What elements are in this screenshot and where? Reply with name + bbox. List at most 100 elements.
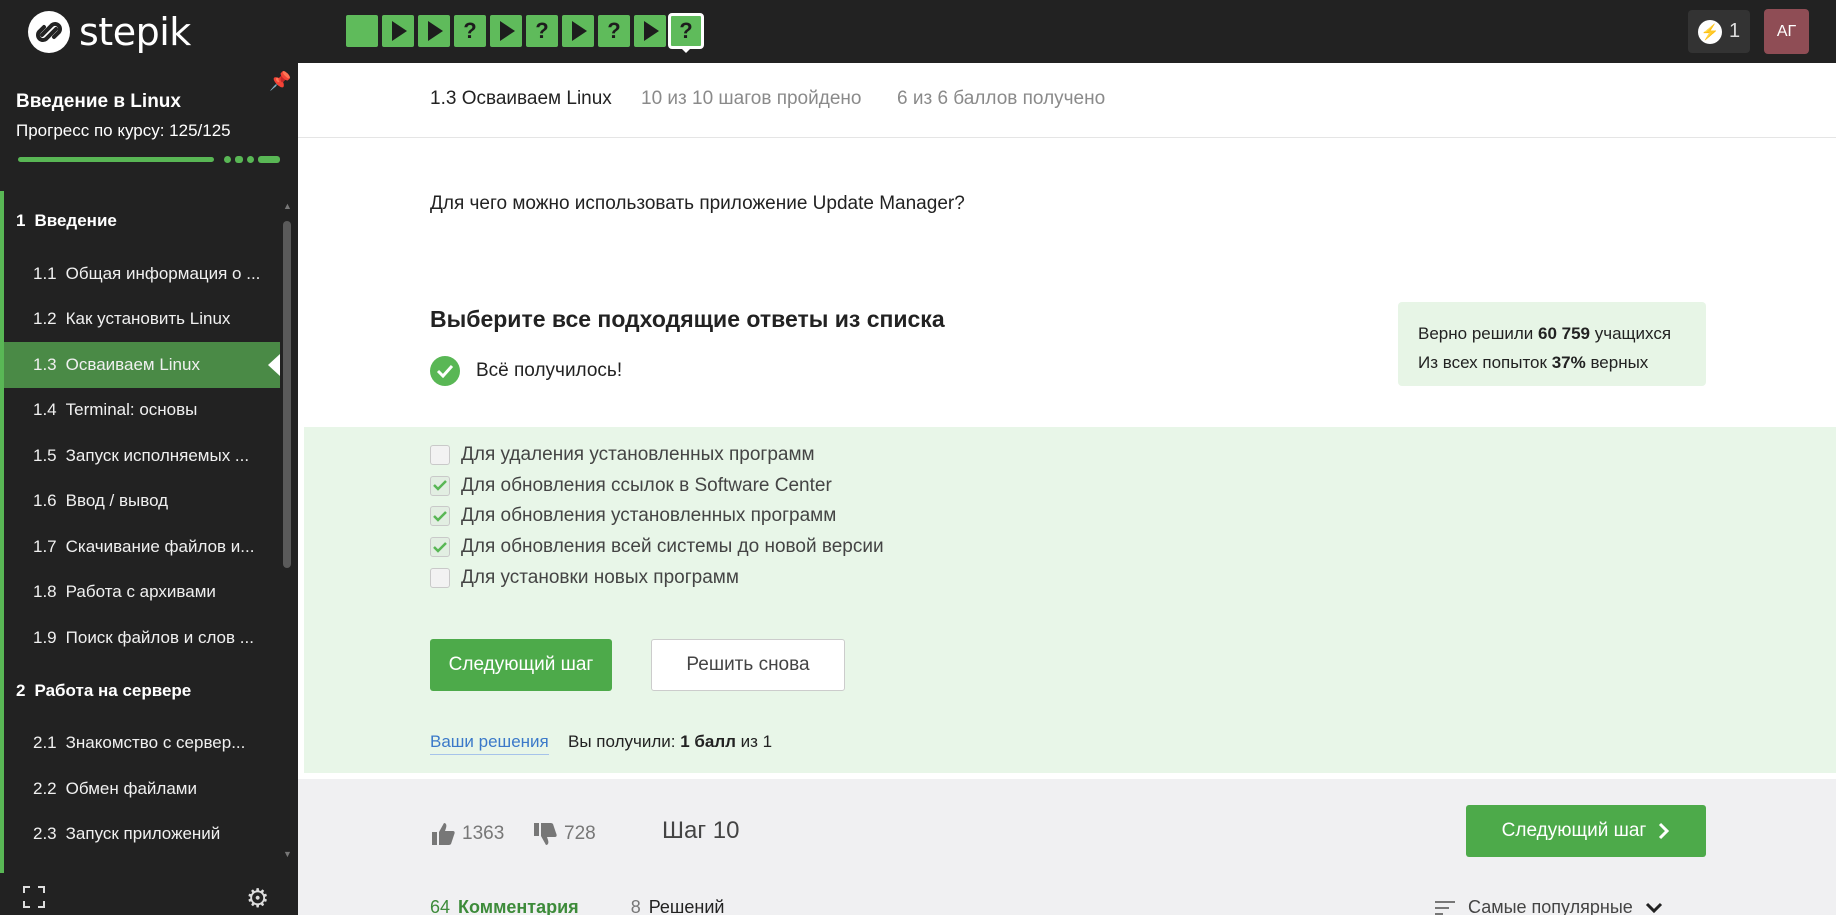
answer-option-3[interactable]: Для обновления установленных программ xyxy=(430,505,836,527)
step-3-video-icon[interactable] xyxy=(418,15,450,47)
checkbox-checked[interactable] xyxy=(430,537,450,558)
points-received: 6 из 6 баллов получено xyxy=(897,88,1106,109)
answer-option-2[interactable]: Для обновления ссылок в Software Center xyxy=(430,475,832,497)
progress-bar-end-markers xyxy=(224,156,280,163)
sidebar-item-lesson-2-2[interactable]: 2.2 Обмен файлами xyxy=(4,766,280,812)
solved-count-line: Верно решили 60 759 учащихся xyxy=(1418,324,1672,343)
step-8-quiz-icon[interactable]: ? xyxy=(598,15,630,47)
scroll-up-arrow-icon[interactable]: ▲ xyxy=(283,201,292,211)
sort-icon xyxy=(1435,900,1455,915)
dislike-button[interactable]: 728 xyxy=(532,821,596,847)
like-button[interactable]: 1363 xyxy=(430,821,504,847)
sidebar-item-lesson-1-6[interactable]: 1.6 Ввод / вывод xyxy=(4,479,280,525)
brand-name: stepik xyxy=(79,10,191,54)
answer-option-label: Для обновления ссылок в Software Center xyxy=(461,474,832,496)
dislike-count: 728 xyxy=(564,823,596,844)
step-5-video-icon[interactable] xyxy=(490,15,522,47)
chevron-right-icon xyxy=(1659,822,1670,840)
step-1-text-icon[interactable] xyxy=(346,15,378,47)
sidebar-item-lesson-1-1[interactable]: 1.1 Общая информация о ... xyxy=(4,251,280,297)
discussion-tabs: 64 Комментария 8 Решений xyxy=(430,897,724,915)
correct-percent: 37% xyxy=(1551,353,1586,372)
lesson-header: 1.3 Осваиваем Linux 10 из 10 шагов пройд… xyxy=(298,63,1836,138)
chevron-down-icon xyxy=(1645,902,1662,913)
thumbs-down-icon xyxy=(534,823,557,845)
checkbox-checked[interactable] xyxy=(430,506,450,527)
check-icon xyxy=(433,480,447,491)
user-avatar[interactable]: АГ xyxy=(1764,9,1809,54)
lightning-icon: ⚡ xyxy=(1697,19,1722,44)
answer-option-1[interactable]: Для удаления установленных программ xyxy=(430,444,815,466)
energy-count: 1 xyxy=(1728,20,1741,42)
sidebar-item-lesson-1-5[interactable]: 1.5 Запуск исполняемых ... xyxy=(4,433,280,479)
your-solutions-link[interactable]: Ваши решения xyxy=(430,732,549,755)
section-1[interactable]: 1 Введение xyxy=(4,191,280,251)
step-7-video-icon[interactable] xyxy=(562,15,594,47)
sidebar-item-lesson-1-3[interactable]: 1.3 Осваиваем Linux xyxy=(4,342,280,388)
scroll-down-arrow-icon[interactable]: ▼ xyxy=(283,849,292,859)
next-step-button[interactable]: Следующий шаг xyxy=(430,639,612,691)
top-navigation-bar: stepik ???? ⚡ 1 АГ xyxy=(0,0,1836,63)
step-2-video-icon[interactable] xyxy=(382,15,414,47)
answer-option-label: Для установки новых программ xyxy=(461,566,739,588)
answer-option-label: Для обновления всей системы до новой вер… xyxy=(461,536,884,558)
checkbox-unchecked[interactable] xyxy=(430,567,450,588)
sidebar-scrollbar[interactable]: ▲ ▼ xyxy=(283,201,292,861)
sidebar-item-lesson-2-1[interactable]: 2.1 Знакомство с сервер... xyxy=(4,721,280,767)
step-10-quiz-icon[interactable]: ? xyxy=(668,13,704,53)
like-count: 1363 xyxy=(462,823,505,844)
sidebar-item-lesson-2-3[interactable]: 2.3 Запуск приложений xyxy=(4,812,280,858)
tab-solutions[interactable]: 8 Решений xyxy=(631,897,725,915)
thumbs-up-icon xyxy=(432,823,455,845)
check-icon xyxy=(433,511,447,522)
next-step-button-bottom[interactable]: Следующий шаг xyxy=(1466,805,1706,857)
steps-completed: 10 из 10 шагов пройдено xyxy=(641,88,862,109)
lesson-title: 1.3 Осваиваем Linux xyxy=(430,88,612,109)
sort-dropdown[interactable]: Самые популярные xyxy=(1434,897,1663,915)
step-9-video-icon[interactable] xyxy=(634,15,666,47)
settings-gear-icon[interactable]: ⚙ xyxy=(246,883,269,914)
checkbox-unchecked[interactable] xyxy=(430,445,450,465)
score-result: Вы получили: 1 балл из 1 xyxy=(568,732,773,751)
step-footer: 1363 728 Шаг 10 Следующий шаг 64 Коммента… xyxy=(298,779,1836,915)
step-6-quiz-icon[interactable]: ? xyxy=(526,15,558,47)
course-title[interactable]: Введение в Linux xyxy=(16,91,181,113)
sidebar-item-lesson-1-8[interactable]: 1.8 Работа с архивами xyxy=(4,570,280,616)
course-progress-fill xyxy=(18,157,214,162)
retry-button[interactable]: Решить снова xyxy=(651,639,845,691)
solved-count: 60 759 xyxy=(1538,324,1590,343)
section-2[interactable]: 2 Работа на сервере xyxy=(4,661,280,721)
correct-percent-line: Из всех попыток 37% верных xyxy=(1418,353,1649,372)
answer-option-5[interactable]: Для установки новых программ xyxy=(430,567,739,589)
quiz-instruction: Выберите все подходящие ответы из списка xyxy=(430,306,945,332)
pin-icon[interactable]: 📌 xyxy=(269,71,291,92)
step-4-quiz-icon[interactable]: ? xyxy=(454,15,486,47)
success-check-icon xyxy=(430,356,460,386)
lesson-list: 1 Введение 1.1 Общая информация о ... 1.2 Как… xyxy=(0,191,280,873)
fullscreen-icon[interactable] xyxy=(22,885,46,909)
solve-stats: Верно решили 60 759 учащихся Из всех поп… xyxy=(1398,302,1706,386)
sidebar-item-lesson-1-4[interactable]: 1.4 Terminal: основы xyxy=(4,388,280,434)
answer-option-4[interactable]: Для обновления всей системы до новой вер… xyxy=(430,536,884,558)
answer-option-label: Для обновления установленных программ xyxy=(461,505,837,527)
answer-area: Следующий шаг Решить снова Ваши решения … xyxy=(304,427,1836,773)
stepik-logo[interactable]: stepik xyxy=(27,10,191,54)
stepik-logo-icon xyxy=(28,11,70,53)
answer-option-label: Для удаления установленных программ xyxy=(461,444,815,465)
sidebar-item-lesson-1-9[interactable]: 1.9 Поиск файлов и слов ... xyxy=(4,615,280,661)
course-progress-label: Прогресс по курсу: 125/125 xyxy=(16,121,231,140)
energy-badge[interactable]: ⚡ 1 xyxy=(1688,10,1750,53)
step-navigation: ???? xyxy=(346,13,704,53)
scrollbar-thumb[interactable] xyxy=(283,221,291,568)
course-sidebar: 📌 Введение в Linux Прогресс по курсу: 12… xyxy=(0,63,298,915)
course-progress-bar xyxy=(18,156,280,163)
question-text: Для чего можно использовать приложение U… xyxy=(430,193,965,214)
success-text: Всё получилось! xyxy=(476,360,623,381)
tab-comments[interactable]: 64 Комментария xyxy=(430,897,579,915)
step-number: Шаг 10 xyxy=(662,817,740,844)
sidebar-item-lesson-1-7[interactable]: 1.7 Скачивание файлов и... xyxy=(4,524,280,570)
success-message: Всё получилось! xyxy=(430,356,622,386)
sidebar-item-lesson-1-2[interactable]: 1.2 Как установить Linux xyxy=(4,297,280,343)
check-icon xyxy=(433,541,447,553)
checkbox-checked[interactable] xyxy=(430,475,450,496)
